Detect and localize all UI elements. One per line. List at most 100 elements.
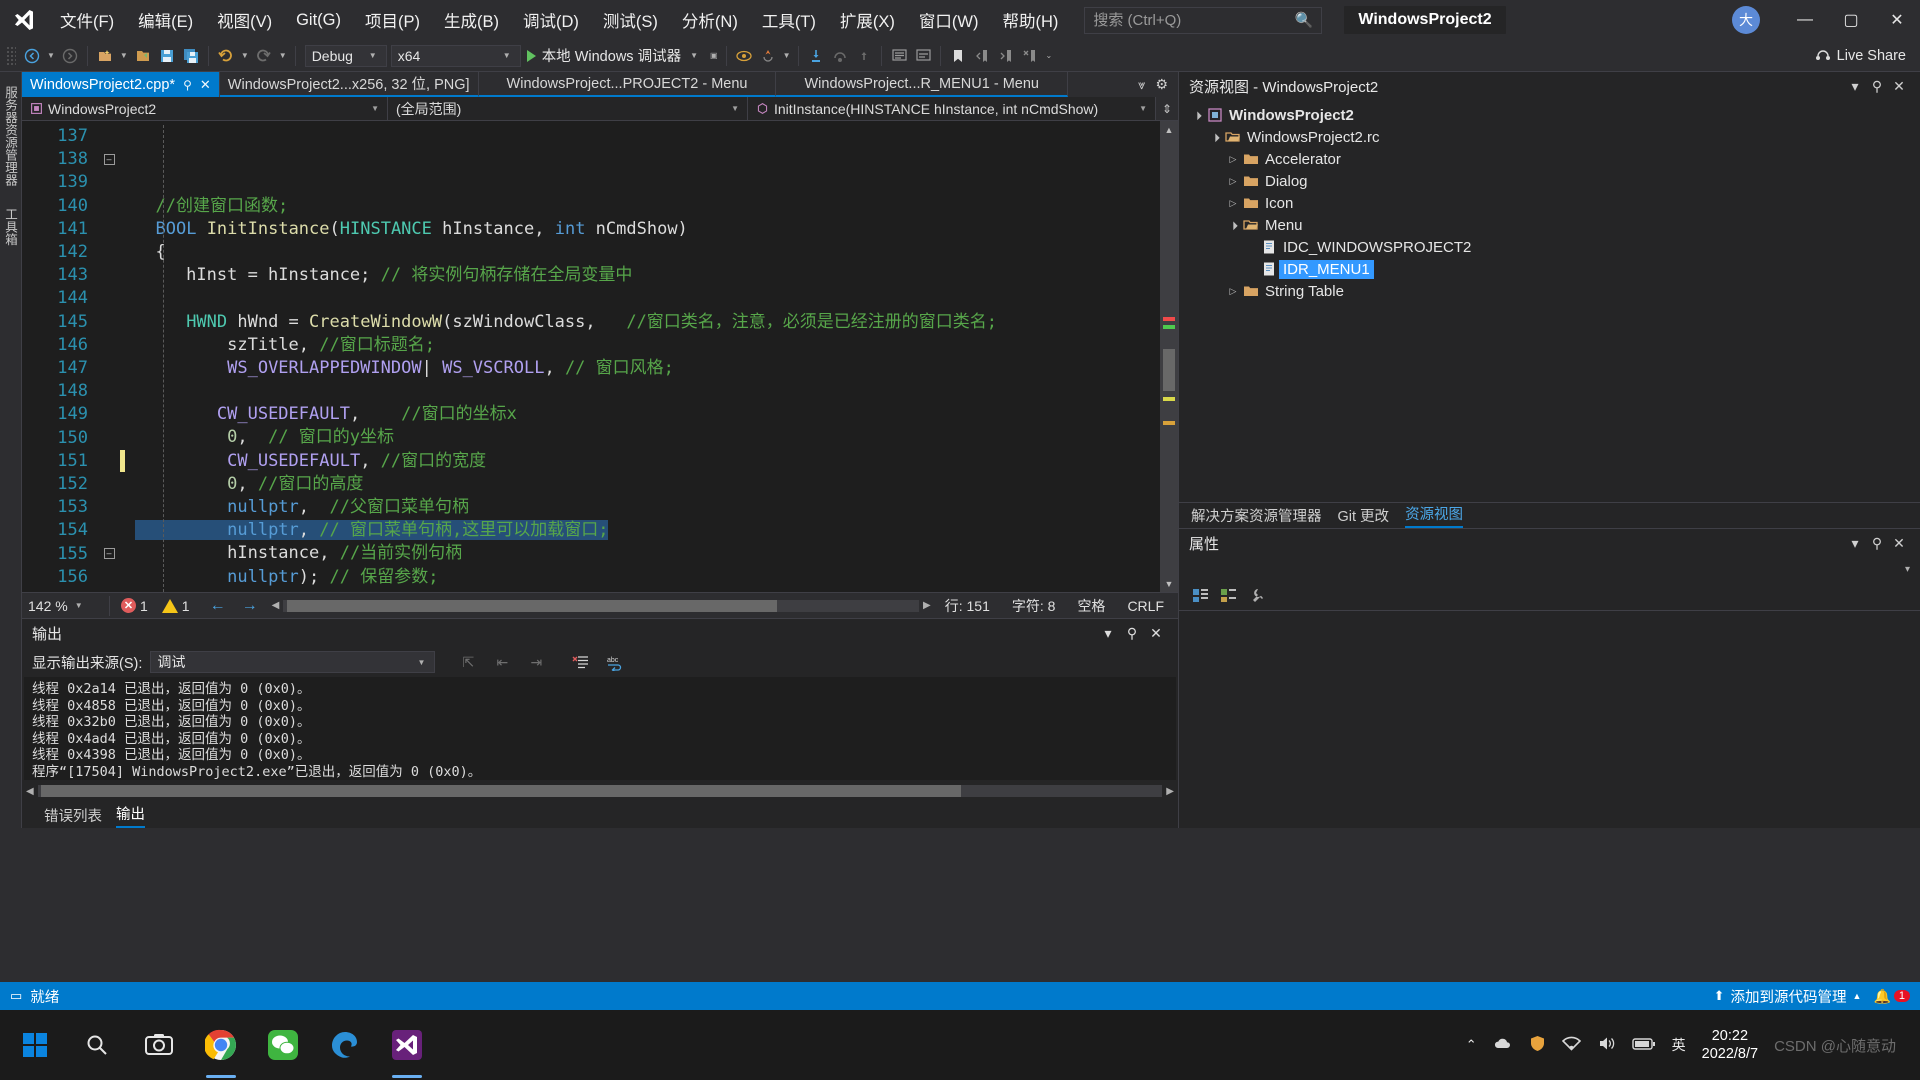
- properties-object-selector[interactable]: ▾: [1179, 557, 1920, 581]
- notifications-button[interactable]: 🔔 1: [1873, 988, 1910, 1005]
- menu-item-view[interactable]: 视图(V): [205, 0, 284, 40]
- navbar-project-selector[interactable]: WindowsProject2 ▼: [22, 97, 388, 120]
- code-editor[interactable]: 137 138 139 140 141 142 143 144 145 146 147 148 149 1…: [22, 121, 1178, 592]
- navigate-backward-dropdown-icon[interactable]: ▼: [44, 51, 58, 60]
- go-to-previous-icon[interactable]: ⇤: [489, 650, 515, 674]
- undo-dropdown-icon[interactable]: ▼: [238, 51, 252, 60]
- taskbar-search-icon[interactable]: [66, 1010, 128, 1080]
- error-count-indicator[interactable]: ✕ 1: [121, 598, 148, 614]
- tree-item-dialog[interactable]: ▷ Dialog: [1179, 170, 1920, 192]
- tree-item-menu[interactable]: ◢ Menu: [1179, 214, 1920, 236]
- bookmark-icon[interactable]: [946, 44, 970, 68]
- tray-volume-icon[interactable]: [1597, 1035, 1616, 1055]
- menu-item-git[interactable]: Git(G): [284, 0, 353, 40]
- tab-output[interactable]: 输出: [116, 803, 145, 828]
- scroll-left-icon[interactable]: ◀: [26, 786, 34, 797]
- tab-icon-png[interactable]: WindowsProject2...x256, 32 位, PNG]: [219, 72, 479, 97]
- tab-windowsproject2-cpp[interactable]: WindowsProject2.cpp* ⚲ ✕: [22, 72, 220, 97]
- categorized-view-icon[interactable]: [1189, 585, 1211, 607]
- output-horizontal-scrollbar[interactable]: ◀ ▶: [22, 780, 1178, 802]
- scrollbar-thumb[interactable]: [1163, 349, 1175, 391]
- close-icon[interactable]: ✕: [1888, 78, 1910, 95]
- maximize-button[interactable]: ▢: [1828, 0, 1874, 40]
- tab-resource-view[interactable]: 资源视图: [1405, 503, 1464, 528]
- taskbar-chrome-icon[interactable]: [190, 1010, 252, 1080]
- clear-bookmarks-icon[interactable]: [1018, 44, 1042, 68]
- start-debugging-button[interactable]: 本地 Windows 调试器 ▼: [521, 44, 707, 68]
- close-icon[interactable]: ✕: [1144, 625, 1168, 642]
- navbar-scope-selector[interactable]: (全局范围) ▼: [388, 97, 748, 120]
- search-box[interactable]: 🔍: [1084, 6, 1323, 34]
- navigate-forward-icon[interactable]: [58, 44, 82, 68]
- new-project-dropdown-icon[interactable]: ▼: [117, 51, 131, 60]
- menu-item-debug[interactable]: 调试(D): [511, 0, 591, 40]
- tree-item-idc-windowsproject2[interactable]: IDC_WINDOWSPROJECT2: [1179, 236, 1920, 258]
- next-issue-icon[interactable]: →: [242, 597, 258, 615]
- panel-dropdown-icon[interactable]: ▾: [1096, 625, 1120, 642]
- step-into-icon[interactable]: [804, 44, 828, 68]
- scroll-down-icon[interactable]: ▼: [1160, 575, 1178, 592]
- chevron-expanded-icon[interactable]: ◢: [1188, 106, 1206, 124]
- redo-dropdown-icon[interactable]: ▼: [276, 51, 290, 60]
- output-hscroll-thumb[interactable]: [40, 785, 961, 797]
- step-out-icon[interactable]: [852, 44, 876, 68]
- hscroll-track[interactable]: [283, 599, 920, 612]
- uncomment-selection-icon[interactable]: [911, 44, 935, 68]
- step-over-icon[interactable]: [828, 44, 852, 68]
- tray-network-icon[interactable]: [1561, 1036, 1581, 1054]
- scroll-right-icon[interactable]: ▶: [1166, 786, 1174, 797]
- tree-item-windowsproject2[interactable]: ◢ WindowsProject2: [1179, 104, 1920, 126]
- undo-icon[interactable]: [214, 44, 238, 68]
- go-to-next-icon[interactable]: ⇥: [523, 650, 549, 674]
- preview-icon[interactable]: [732, 44, 756, 68]
- add-to-source-control-button[interactable]: ⬆ 添加到源代码管理 ▲: [1714, 986, 1862, 1007]
- toolbar-grip[interactable]: [6, 45, 16, 66]
- chevron-collapsed-icon[interactable]: ▷: [1225, 176, 1241, 187]
- panel-dropdown-icon[interactable]: ▾: [1844, 78, 1866, 95]
- open-file-icon[interactable]: [131, 44, 155, 68]
- menu-item-analyze[interactable]: 分析(N): [670, 0, 750, 40]
- hot-reload-dropdown-icon[interactable]: ▼: [780, 51, 794, 60]
- collapse-region-icon[interactable]: –: [98, 542, 120, 565]
- menu-item-test[interactable]: 测试(S): [591, 0, 670, 40]
- clear-output-icon[interactable]: [567, 650, 593, 674]
- solution-configuration-combo[interactable]: Debug ▼: [304, 44, 387, 67]
- chevron-expanded-icon[interactable]: ◢: [1224, 216, 1242, 234]
- scroll-left-icon[interactable]: ◀: [272, 600, 280, 611]
- navbar-member-selector[interactable]: InitInstance(HINSTANCE hInstance, int nC…: [748, 97, 1156, 120]
- panel-drag-dots[interactable]: [72, 632, 1086, 634]
- menu-item-window[interactable]: 窗口(W): [907, 0, 991, 40]
- close-icon[interactable]: ✕: [1888, 535, 1910, 552]
- menu-item-project[interactable]: 项目(P): [353, 0, 432, 40]
- menu-item-edit[interactable]: 编辑(E): [126, 0, 205, 40]
- tray-onedrive-icon[interactable]: [1493, 1036, 1513, 1055]
- navigate-backward-icon[interactable]: [20, 44, 44, 68]
- taskbar-edge-icon[interactable]: [314, 1010, 376, 1080]
- toolbar-overflow-icon[interactable]: ⌄: [1042, 51, 1055, 60]
- user-avatar[interactable]: 大: [1732, 6, 1760, 34]
- chevron-collapsed-icon[interactable]: ▷: [1225, 286, 1241, 297]
- hscroll-thumb[interactable]: [287, 599, 778, 612]
- scroll-right-icon[interactable]: ▶: [923, 600, 931, 611]
- menu-item-help[interactable]: 帮助(H): [990, 0, 1070, 40]
- code-text-area[interactable]: //创建窗口函数; BOOL InitInstance(HINSTANCE hI…: [125, 121, 1160, 592]
- save-icon[interactable]: [155, 44, 179, 68]
- tab-solution-explorer[interactable]: 解决方案资源管理器: [1191, 505, 1322, 526]
- tree-item-idr-menu1[interactable]: IDR_MENU1: [1179, 258, 1920, 280]
- tree-item-string-table[interactable]: ▷ String Table: [1179, 280, 1920, 302]
- warning-count-indicator[interactable]: 1: [161, 598, 190, 614]
- tree-item-accelerator[interactable]: ▷ Accelerator: [1179, 148, 1920, 170]
- editor-vertical-scrollbar[interactable]: ▲ ▼: [1160, 121, 1178, 592]
- output-text-area[interactable]: 线程 0x2a14 已退出，返回值为 0 (0x0)。 线程 0x4858 已退出…: [24, 677, 1176, 780]
- chevron-collapsed-icon[interactable]: ▷: [1225, 198, 1241, 209]
- menu-item-tools[interactable]: 工具(T): [750, 0, 828, 40]
- taskbar-visual-studio-icon[interactable]: [376, 1010, 438, 1080]
- toggle-word-wrap-icon[interactable]: abc: [601, 650, 627, 674]
- pin-icon[interactable]: ⚲: [1866, 78, 1888, 95]
- alphabetical-view-icon[interactable]: [1217, 585, 1239, 607]
- taskbar-camera-icon[interactable]: [128, 1010, 190, 1080]
- chevron-down-icon[interactable]: ▼: [72, 601, 86, 610]
- tree-item-icon[interactable]: ▷ Icon: [1179, 192, 1920, 214]
- start-button[interactable]: [4, 1010, 66, 1080]
- tab-error-list[interactable]: 错误列表: [44, 805, 102, 826]
